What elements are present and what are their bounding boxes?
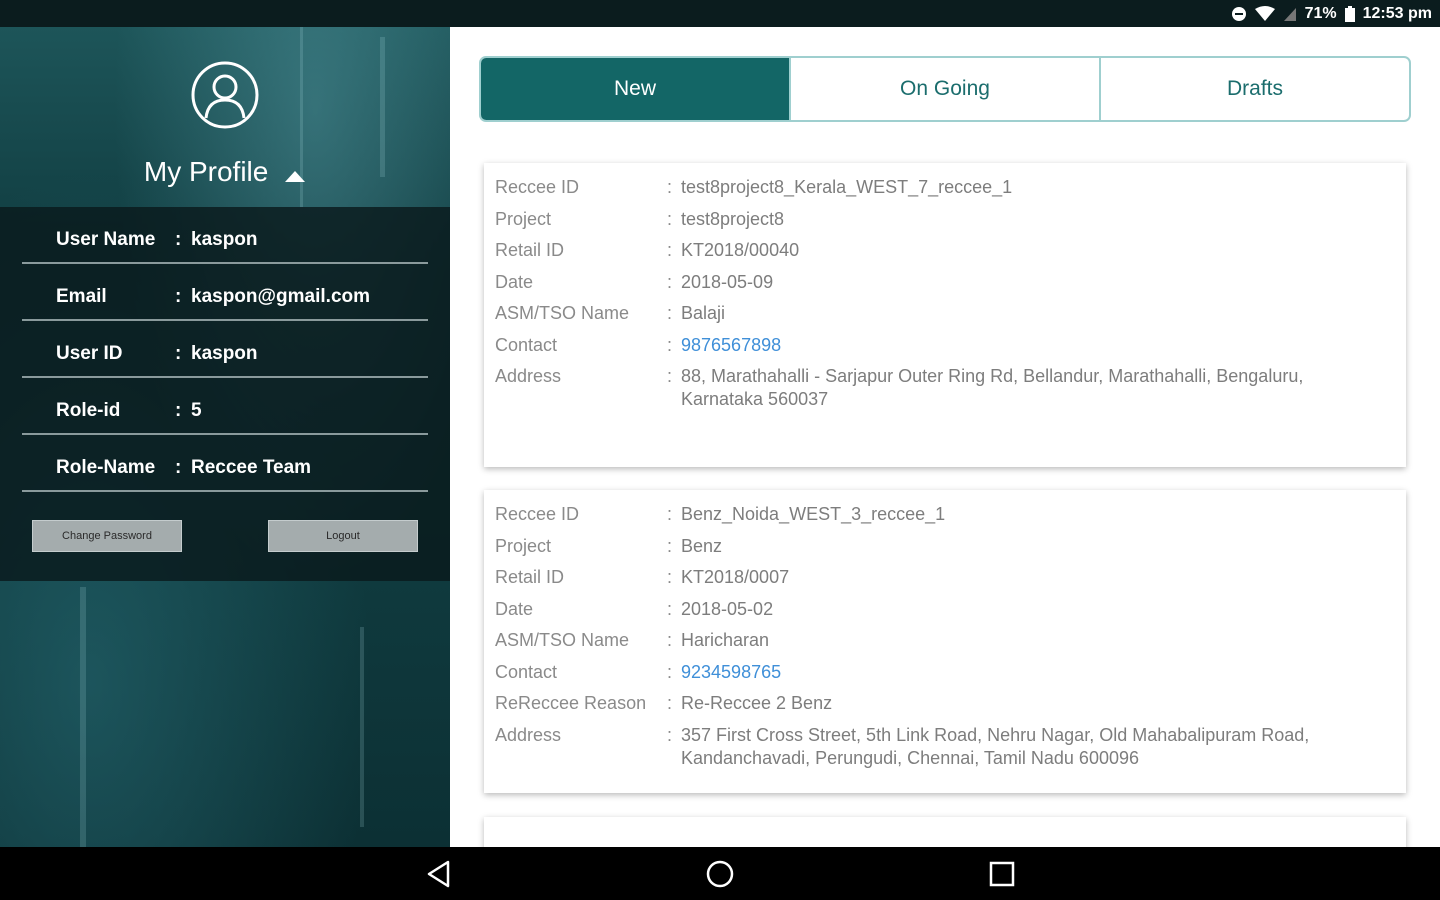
reccee-list-panel: New On Going Drafts Reccee ID : test8pro…: [450, 27, 1440, 847]
profile-row-email: Email : kaspon@gmail.com: [22, 264, 428, 321]
recents-icon[interactable]: [989, 860, 1015, 893]
field-value: test8project8_Kerala_WEST_7_reccee_1: [681, 177, 1013, 197]
reccee-card[interactable]: Reccee ID : Benz_Noida_WEST_3_reccee_1 P…: [484, 490, 1406, 793]
field-label: Contact: [495, 662, 558, 682]
field-label: Retail ID: [495, 240, 565, 260]
tab-drafts[interactable]: Drafts: [1099, 58, 1409, 120]
profile-label: Email: [56, 286, 107, 307]
profile-header: My Profile: [0, 27, 450, 207]
profile-label: Role-Name: [56, 457, 156, 478]
field-label: Project: [495, 209, 552, 229]
field-label: Address: [495, 366, 562, 386]
caret-up-icon: [284, 157, 306, 191]
field-label: Date: [495, 272, 534, 292]
field-label: ReReccee Reason: [495, 693, 647, 713]
signal-icon: [1283, 6, 1297, 22]
field-label: ASM/TSO Name: [495, 303, 630, 323]
profile-value: kaspon: [191, 229, 258, 250]
profile-title: My Profile: [143, 156, 269, 187]
field-value: Benz: [681, 536, 723, 556]
profile-value: 5: [191, 400, 202, 421]
field-label: Retail ID: [495, 567, 565, 587]
status-bar: 71% 12:53 pm: [0, 0, 1440, 27]
reccee-card[interactable]: Reccee ID : test8project8_Kerala_WEST_7_…: [484, 163, 1406, 467]
background-streak: [360, 627, 364, 827]
profile-label: User Name: [56, 229, 156, 250]
reccee-card[interactable]: [484, 817, 1406, 847]
field-label: Reccee ID: [495, 504, 580, 524]
field-value: 2018-05-09: [681, 272, 774, 292]
battery-icon: [1344, 5, 1355, 22]
field-value: 357 First Cross Street, 5th Link Road, N…: [681, 725, 1310, 768]
tab-new[interactable]: New: [481, 58, 789, 120]
logout-button[interactable]: Logout: [268, 520, 418, 552]
field-label: Contact: [495, 335, 558, 355]
field-value: KT2018/0007: [681, 567, 790, 587]
field-label: Address: [495, 725, 562, 745]
profile-row-roleid: Role-id : 5: [22, 378, 428, 435]
clock-time: 12:53 pm: [1362, 4, 1432, 22]
field-label: ASM/TSO Name: [495, 630, 630, 650]
sync-icon: [1231, 6, 1247, 22]
background-streak: [80, 587, 86, 847]
home-icon[interactable]: [706, 860, 734, 893]
field-value: Benz_Noida_WEST_3_reccee_1: [681, 504, 946, 524]
user-avatar-icon: [190, 60, 260, 130]
profile-value: kaspon: [191, 343, 258, 364]
field-value: Haricharan: [681, 630, 770, 650]
profile-row-username: User Name : kaspon: [22, 207, 428, 264]
status-tabs: New On Going Drafts: [479, 56, 1411, 122]
profile-row-rolename: Role-Name : Reccee Team: [22, 435, 428, 492]
field-value: Balaji: [681, 303, 726, 323]
profile-label: User ID: [56, 343, 123, 364]
field-value: 2018-05-02: [681, 599, 774, 619]
field-value: KT2018/00040: [681, 240, 800, 260]
tab-on-going[interactable]: On Going: [789, 58, 1099, 120]
field-label: Reccee ID: [495, 177, 580, 197]
contact-link[interactable]: 9234598765: [681, 661, 1381, 684]
field-label: Date: [495, 599, 534, 619]
my-profile-toggle[interactable]: My Profile: [0, 155, 450, 191]
back-icon[interactable]: [426, 860, 452, 893]
profile-value: Reccee Team: [191, 457, 312, 478]
field-label: Project: [495, 536, 552, 556]
battery-percent: 71%: [1304, 4, 1337, 22]
profile-row-userid: User ID : kaspon: [22, 321, 428, 378]
profile-value: kaspon@gmail.com: [191, 286, 371, 307]
field-value: test8project8: [681, 209, 785, 229]
navigation-bar: [0, 847, 1440, 900]
change-password-button[interactable]: Change Password: [32, 520, 182, 552]
field-value: Re-Reccee 2 Benz: [681, 693, 833, 713]
profile-label: Role-id: [56, 400, 121, 421]
contact-link[interactable]: 9876567898: [681, 334, 1381, 357]
field-value: 88, Marathahalli - Sarjapur Outer Ring R…: [681, 366, 1304, 409]
profile-info: User Name : kaspon Email : kaspon@gmail.…: [0, 207, 450, 581]
wifi-icon: [1254, 5, 1275, 22]
profile-panel: My Profile User Name : kaspon Email : ka…: [0, 27, 450, 847]
